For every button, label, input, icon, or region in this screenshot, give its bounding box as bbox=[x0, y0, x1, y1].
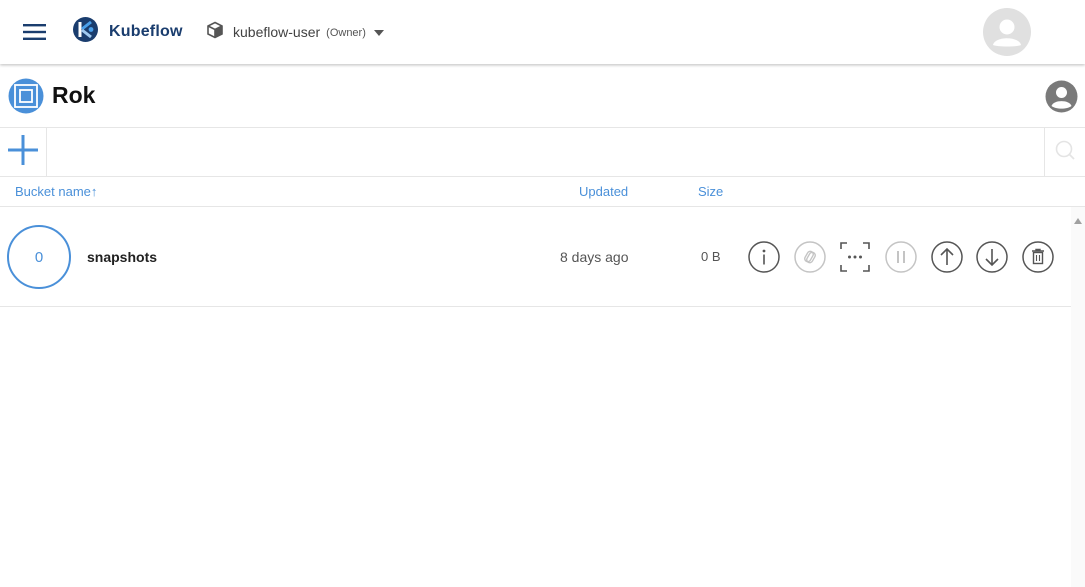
rok-app-header: Rok bbox=[0, 64, 1085, 128]
link-button[interactable] bbox=[794, 241, 826, 273]
object-count-badge: 0 bbox=[7, 225, 71, 289]
info-button[interactable] bbox=[748, 241, 780, 273]
kubeflow-logo-icon bbox=[72, 16, 99, 48]
trash-icon bbox=[1022, 241, 1054, 273]
bucket-list: 0 snapshots 8 days ago 0 B bbox=[0, 207, 1071, 587]
vertical-scrollbar[interactable] bbox=[1071, 207, 1085, 587]
scroll-up-arrow-icon[interactable] bbox=[1074, 211, 1082, 229]
column-header-updated[interactable]: Updated bbox=[579, 184, 628, 199]
account-circle-icon[interactable] bbox=[1045, 80, 1078, 113]
info-icon bbox=[748, 241, 780, 273]
search-icon bbox=[1054, 139, 1076, 166]
column-header-size[interactable]: Size bbox=[698, 184, 723, 199]
account-avatar-icon[interactable] bbox=[983, 8, 1031, 56]
page-title: Rok bbox=[52, 82, 96, 108]
plus-icon bbox=[7, 134, 39, 171]
search-button[interactable] bbox=[1044, 128, 1085, 176]
search-input[interactable] bbox=[48, 128, 1043, 176]
bucket-toolbar bbox=[0, 128, 1085, 177]
add-bucket-button[interactable] bbox=[0, 128, 47, 176]
caret-down-icon bbox=[373, 23, 384, 41]
download-arrow-icon bbox=[976, 241, 1008, 273]
link-icon bbox=[794, 241, 826, 273]
cube-icon bbox=[206, 21, 224, 44]
table-row[interactable]: 0 snapshots 8 days ago 0 B bbox=[0, 207, 1071, 307]
pause-button[interactable] bbox=[885, 241, 917, 273]
top-app-bar: Kubeflow kubeflow-user (Owner) bbox=[0, 0, 1085, 64]
namespace-role: (Owner) bbox=[326, 27, 366, 39]
bucket-size: 0 B bbox=[701, 249, 721, 264]
bucket-updated: 8 days ago bbox=[560, 249, 629, 265]
more-frame-icon bbox=[839, 241, 871, 273]
namespace-name: kubeflow-user bbox=[233, 24, 321, 40]
bucket-name: snapshots bbox=[87, 249, 158, 265]
pause-icon bbox=[885, 241, 917, 273]
namespace-selector[interactable]: kubeflow-user (Owner) bbox=[206, 20, 384, 44]
delete-button[interactable] bbox=[1022, 241, 1054, 273]
table-header: Bucket name↑ Updated Size bbox=[0, 177, 1085, 207]
upload-arrow-icon bbox=[931, 241, 963, 273]
column-header-bucket-name[interactable]: Bucket name↑ bbox=[15, 184, 97, 199]
download-button[interactable] bbox=[976, 241, 1008, 273]
rok-logo-icon[interactable] bbox=[8, 78, 44, 114]
upload-button[interactable] bbox=[931, 241, 963, 273]
kubeflow-brand[interactable]: Kubeflow bbox=[72, 16, 183, 48]
brand-name: Kubeflow bbox=[109, 23, 183, 40]
more-button[interactable] bbox=[839, 241, 871, 273]
hamburger-menu-icon[interactable] bbox=[22, 20, 48, 44]
